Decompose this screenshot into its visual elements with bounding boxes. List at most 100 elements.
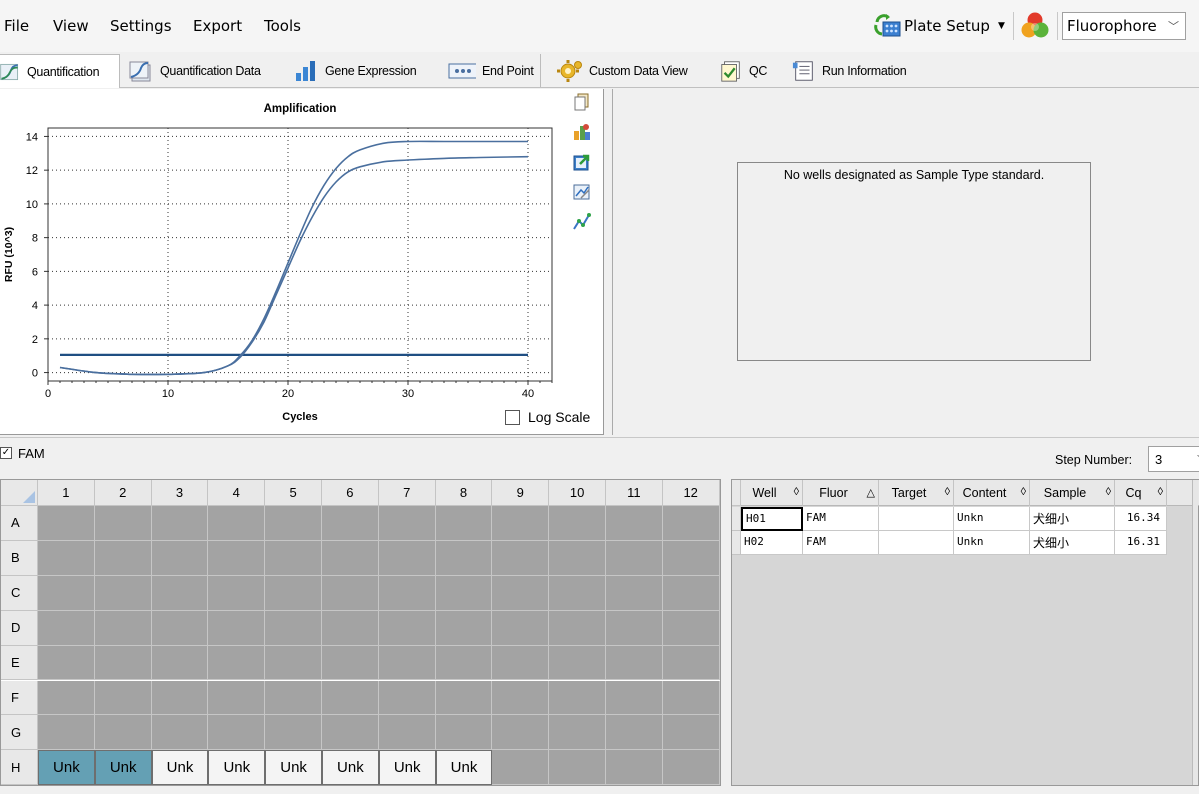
tab-run-information[interactable]: Run Information bbox=[792, 54, 907, 87]
fam-checkbox[interactable]: ✓ bbox=[0, 447, 12, 459]
plate-well[interactable] bbox=[265, 715, 322, 751]
plate-column-header[interactable]: 6 bbox=[322, 480, 379, 506]
plate-well[interactable] bbox=[265, 575, 322, 611]
menu-settings[interactable]: Settings bbox=[110, 17, 172, 35]
cell-target[interactable] bbox=[879, 531, 954, 555]
plate-column-header[interactable]: 4 bbox=[208, 480, 266, 506]
plate-well[interactable] bbox=[151, 575, 209, 611]
plate-column-header[interactable]: 1 bbox=[38, 480, 95, 506]
plate-well[interactable] bbox=[606, 575, 663, 611]
plate-well[interactable]: Unk bbox=[265, 750, 322, 786]
plate-well[interactable] bbox=[492, 575, 550, 611]
plate-well[interactable] bbox=[38, 610, 95, 646]
plate-well[interactable] bbox=[606, 645, 663, 681]
plate-well[interactable] bbox=[378, 506, 436, 541]
plate-column-header[interactable]: 3 bbox=[151, 480, 209, 506]
plate-row-header[interactable]: E bbox=[1, 645, 38, 681]
plate-well[interactable] bbox=[265, 645, 322, 681]
plate-well[interactable] bbox=[208, 540, 266, 576]
plate-well[interactable] bbox=[378, 645, 436, 681]
copy-icon[interactable] bbox=[572, 92, 592, 112]
plate-well[interactable] bbox=[549, 506, 606, 541]
plate-well[interactable] bbox=[38, 645, 95, 681]
column-header-fluor[interactable]: Fluor △ bbox=[803, 480, 879, 506]
plate-well[interactable] bbox=[38, 575, 95, 611]
plate-well[interactable] bbox=[322, 575, 379, 611]
cell-fluor[interactable]: FAM bbox=[803, 531, 879, 555]
plate-well[interactable] bbox=[322, 715, 379, 751]
plate-column-header[interactable]: 5 bbox=[265, 480, 322, 506]
plate-well[interactable] bbox=[94, 575, 152, 611]
plate-well[interactable] bbox=[492, 610, 550, 646]
plate-column-header[interactable]: 8 bbox=[435, 480, 493, 506]
plate-well[interactable] bbox=[208, 715, 266, 751]
plate-well[interactable] bbox=[662, 715, 720, 751]
plate-well[interactable] bbox=[662, 610, 720, 646]
plate-well[interactable]: Unk bbox=[151, 750, 209, 786]
cell-cq[interactable]: 16.31 bbox=[1115, 531, 1167, 555]
plate-well[interactable] bbox=[549, 715, 606, 751]
cell-cq[interactable]: 16.34 bbox=[1115, 507, 1167, 531]
plate-well[interactable] bbox=[208, 506, 266, 541]
plate-row-header[interactable]: H bbox=[1, 750, 38, 786]
menu-tools[interactable]: Tools bbox=[264, 17, 301, 35]
plate-well[interactable] bbox=[38, 715, 95, 751]
export-icon[interactable] bbox=[572, 152, 592, 172]
plate-well[interactable] bbox=[549, 610, 606, 646]
cell-well[interactable]: H01 bbox=[741, 507, 803, 531]
tab-custom-data-view[interactable]: Custom Data View bbox=[557, 54, 688, 87]
plate-well[interactable]: Unk bbox=[94, 750, 152, 786]
column-header-cq[interactable]: Cq ◊ bbox=[1115, 480, 1167, 506]
tab-quantification-data[interactable]: Quantification Data bbox=[128, 54, 261, 87]
plate-well[interactable] bbox=[606, 610, 663, 646]
plate-well[interactable] bbox=[322, 680, 379, 716]
plate-row-header[interactable]: F bbox=[1, 680, 38, 716]
plate-well[interactable] bbox=[492, 750, 550, 786]
plate-well[interactable] bbox=[492, 645, 550, 681]
plate-well[interactable] bbox=[606, 715, 663, 751]
table-scrollbar[interactable] bbox=[1192, 480, 1198, 785]
tab-quantification[interactable]: Quantification bbox=[0, 54, 120, 88]
plate-well[interactable] bbox=[94, 680, 152, 716]
plate-well[interactable]: Unk bbox=[208, 750, 266, 786]
plate-column-header[interactable]: 2 bbox=[94, 480, 152, 506]
plate-well[interactable] bbox=[435, 540, 493, 576]
plate-well[interactable] bbox=[94, 540, 152, 576]
plate-well[interactable] bbox=[322, 610, 379, 646]
plate-well[interactable] bbox=[94, 610, 152, 646]
column-header-content[interactable]: Content ◊ bbox=[954, 480, 1030, 506]
plate-row-header[interactable]: A bbox=[1, 506, 38, 541]
column-header-target[interactable]: Target ◊ bbox=[879, 480, 954, 506]
plate-column-header[interactable]: 9 bbox=[492, 480, 550, 506]
menu-file[interactable]: File bbox=[4, 17, 29, 35]
cell-sample[interactable]: 犬细小 bbox=[1030, 507, 1115, 531]
plate-corner-select-all[interactable] bbox=[1, 480, 38, 506]
sort-icon[interactable]: ◊ bbox=[794, 486, 799, 498]
plate-well[interactable] bbox=[322, 645, 379, 681]
plate-column-header[interactable]: 7 bbox=[378, 480, 436, 506]
plate-well[interactable] bbox=[151, 506, 209, 541]
vertical-splitter[interactable] bbox=[721, 479, 731, 786]
trace-icon[interactable] bbox=[572, 212, 592, 232]
chart-palette-icon[interactable] bbox=[572, 122, 592, 142]
tab-end-point[interactable]: End Point bbox=[446, 54, 541, 87]
plate-well[interactable] bbox=[492, 680, 550, 716]
plate-well[interactable] bbox=[662, 750, 720, 786]
cell-content[interactable]: Unkn bbox=[954, 507, 1030, 531]
plate-well[interactable] bbox=[94, 645, 152, 681]
plate-well[interactable]: Unk bbox=[38, 750, 95, 786]
plate-well[interactable] bbox=[606, 506, 663, 541]
plate-well[interactable] bbox=[435, 680, 493, 716]
plate-well[interactable] bbox=[549, 645, 606, 681]
fluorophore-color-icon[interactable] bbox=[1019, 11, 1051, 41]
plate-well[interactable] bbox=[151, 610, 209, 646]
plate-well[interactable] bbox=[378, 575, 436, 611]
plate-well[interactable] bbox=[151, 540, 209, 576]
plate-well[interactable]: Unk bbox=[322, 750, 379, 786]
plate-well[interactable] bbox=[606, 750, 663, 786]
plate-well[interactable] bbox=[662, 645, 720, 681]
log-scale-checkbox-box[interactable] bbox=[505, 409, 520, 425]
plate-well[interactable] bbox=[94, 506, 152, 541]
fluorophore-select[interactable]: Fluorophore ﹀ bbox=[1062, 12, 1186, 40]
step-number-select[interactable]: 3 ﹀ bbox=[1148, 446, 1199, 472]
